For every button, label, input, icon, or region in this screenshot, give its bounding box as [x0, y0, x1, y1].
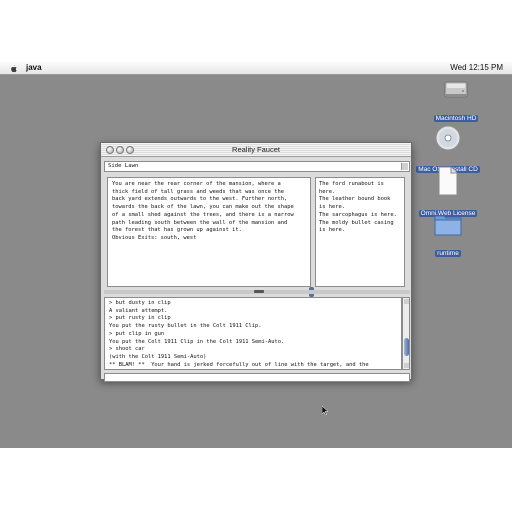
- location-selector[interactable]: Side Lawn: [104, 161, 410, 172]
- menu-clock[interactable]: Wed 12:15 PM: [450, 63, 503, 72]
- location-name: Side Lawn: [108, 163, 139, 169]
- command-input[interactable]: [104, 373, 410, 382]
- room-description: You are near the rear corner of the mans…: [107, 177, 311, 287]
- desktop-icon-label: runtime: [435, 250, 461, 257]
- apple-menu-icon[interactable]: [9, 64, 18, 73]
- menu-bar: java Wed 12:15 PM: [0, 62, 512, 75]
- desktop-icon-macintosh-hd[interactable]: Macintosh HD: [421, 79, 491, 124]
- window-titlebar[interactable]: Reality Faucet: [101, 143, 411, 157]
- room-items: The ford runabout is here. The leather b…: [315, 177, 405, 287]
- hard-drive-icon: [444, 81, 468, 98]
- scroll-up-icon[interactable]: [404, 299, 409, 304]
- app-menu[interactable]: java: [26, 63, 42, 72]
- cd-icon: [435, 125, 461, 151]
- desktop: java Wed 12:15 PM Macintosh HD Mac OS X …: [0, 62, 512, 448]
- desktop-icon-label: Macintosh HD: [433, 115, 479, 122]
- chevron-down-icon[interactable]: [401, 163, 408, 170]
- folder-icon: [434, 215, 462, 236]
- transcript-log: > but dusty in clip A valiant attempt. >…: [104, 297, 402, 370]
- log-scrollbar[interactable]: [402, 297, 410, 370]
- log-scroll-thumb[interactable]: [404, 338, 409, 356]
- mouse-cursor-icon: [322, 406, 328, 415]
- splitter-grip-icon[interactable]: [254, 290, 264, 293]
- scroll-down-icon[interactable]: [404, 363, 409, 368]
- reality-faucet-window: Reality Faucet Side Lawn You are near th…: [100, 142, 412, 382]
- window-title: Reality Faucet: [232, 145, 280, 154]
- document-icon: [438, 166, 458, 196]
- desktop-icon-runtime[interactable]: runtime: [413, 212, 483, 259]
- pane-splitter[interactable]: [104, 290, 410, 294]
